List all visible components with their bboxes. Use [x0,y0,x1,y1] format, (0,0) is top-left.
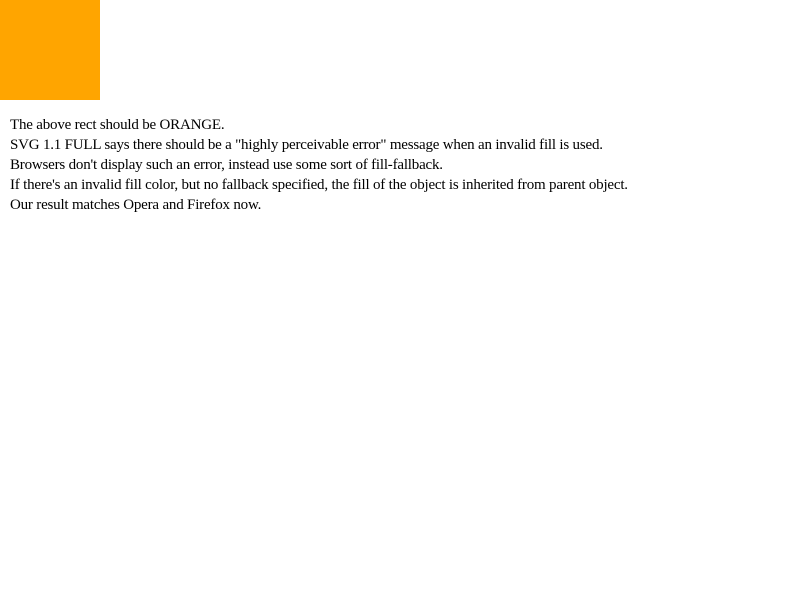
note-line-expected-color: The above rect should be ORANGE. [10,117,225,133]
svg-test-canvas: The above rect should be ORANGE. SVG 1.1… [0,0,800,600]
test-description: The above rect should be ORANGE. SVG 1.1… [10,115,628,215]
orange-test-rect [0,0,100,100]
note-line-result: Our result matches Opera and Firefox now… [10,197,262,213]
note-line-spec-requirement: SVG 1.1 FULL says there should be a "hig… [10,137,603,153]
note-line-inheritance-rule: If there's an invalid fill color, but no… [10,177,628,193]
note-line-browser-behavior: Browsers don't display such an error, in… [10,157,443,173]
